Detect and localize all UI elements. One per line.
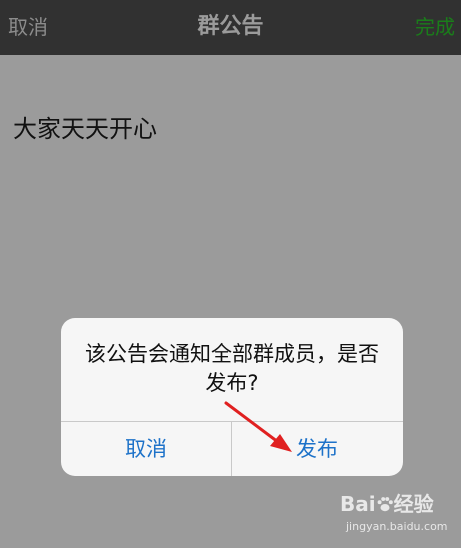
- nav-done-button[interactable]: 完成: [415, 14, 455, 40]
- baidu-jingyan-watermark: Bai 经验 jingyan.baidu.com: [340, 492, 458, 544]
- dialog-message: 该公告会通知全部群成员，是否发布?: [85, 342, 379, 395]
- watermark-brand-left: Bai: [340, 492, 376, 516]
- dialog-cancel-button[interactable]: 取消: [61, 422, 231, 476]
- watermark-brand: Bai 经验: [340, 492, 434, 516]
- watermark-brand-right: 经验: [393, 492, 434, 516]
- page-title: 群公告: [197, 14, 264, 39]
- red-arrow-icon: [224, 401, 292, 452]
- paw-icon: [377, 497, 393, 512]
- watermark-url: jingyan.baidu.com: [346, 520, 448, 533]
- announcement-text[interactable]: 大家天天开心: [13, 114, 157, 144]
- navigation-bar: 取消 群公告 完成: [0, 0, 461, 55]
